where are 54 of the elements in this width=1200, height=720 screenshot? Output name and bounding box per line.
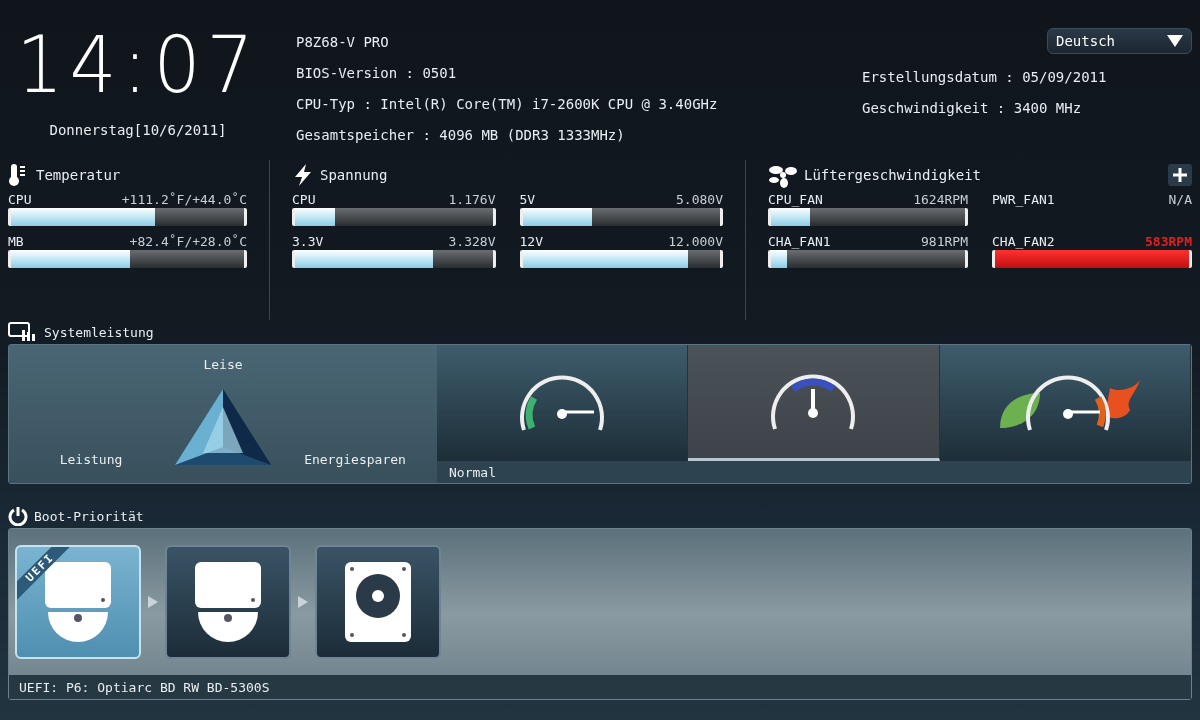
sensor-label: CHA_FAN2 — [992, 233, 1055, 249]
sensor-label: CPU — [8, 191, 32, 207]
performance-mode-tile[interactable] — [688, 345, 940, 461]
sensor-label: 3.3V — [292, 233, 324, 249]
sensor-reading: 5.080V — [676, 191, 723, 207]
system-info-line: BIOS-Version : 0501 — [296, 65, 458, 81]
triangle-icon[interactable] — [173, 387, 273, 467]
performance-mode-tile[interactable] — [437, 345, 689, 461]
sensor-reading: 583RPM — [1145, 233, 1192, 249]
sensor-label: MB — [8, 233, 24, 249]
system-info-line: CPU-Typ : Intel(R) Core(TM) i7-2600K CPU @ 3.40GHz — [296, 96, 719, 112]
language-dropdown[interactable]: Deutsch — [1047, 28, 1192, 54]
sensor-reading: +111.2˚F/+44.0˚C — [121, 191, 247, 207]
caret-icon — [1167, 35, 1183, 47]
system-info-line: Erstellungsdatum : 05/09/2011 — [862, 69, 1107, 85]
system-info-line: P8Z68-V PRO — [296, 34, 390, 50]
date-label: Donnerstag[10/6/2011] — [49, 122, 227, 138]
sensor-reading: 12.000V — [668, 233, 723, 249]
add-icon[interactable] — [1168, 164, 1192, 186]
triangle-label: Energiesparen — [304, 452, 406, 467]
sensor-label: CPU — [292, 191, 316, 207]
performance-mode-tile[interactable] — [939, 345, 1191, 461]
sensor-reading: +82.4˚F/+28.0˚C — [129, 233, 247, 249]
boot-device-caption: UEFI: P6: Optiarc BD RW BD-5300S — [19, 679, 270, 695]
boot-device-tile[interactable] — [165, 545, 291, 659]
boot-device-tile[interactable] — [315, 545, 441, 659]
arrow-icon — [147, 595, 159, 609]
clock-time: 14:07 — [16, 26, 260, 104]
performance-icon — [8, 322, 38, 342]
system-info-line: Gesamtspeicher : 4096 MB (DDR3 1333MHz) — [296, 127, 626, 143]
system-info-line: Geschwindigkeit : 3400 MHz — [862, 100, 1082, 116]
sensor-label: PWR_FAN1 — [992, 191, 1055, 207]
section-title: Temperatur — [36, 167, 121, 183]
sensor-label: 12V — [519, 233, 543, 249]
optical-drive-icon — [193, 560, 263, 644]
section-title: Lüftergeschwindigkeit — [804, 167, 981, 183]
sensor-reading: 1.176V — [448, 191, 496, 207]
sensor-reading: N/A — [1168, 191, 1192, 207]
hard-drive-icon — [343, 560, 413, 644]
section-title: Boot-Priorität — [34, 508, 144, 524]
sensor-reading: 3.328V — [448, 233, 496, 249]
arrow-icon — [297, 595, 309, 609]
sensor-reading: 981RPM — [921, 233, 968, 249]
section-title: Spannung — [320, 167, 388, 183]
triangle-label: Leistung — [59, 452, 123, 467]
sensor-label: CPU_FAN — [768, 191, 823, 207]
power-icon — [8, 506, 28, 526]
sensor-label: CHA_FAN1 — [768, 233, 831, 249]
triangle-label: Leise — [203, 357, 243, 372]
section-title: Systemleistung — [44, 324, 154, 340]
lightning-icon — [292, 163, 314, 187]
mode-caption: Normal — [449, 464, 496, 480]
sensor-label: 5V — [519, 191, 536, 207]
sensor-reading: 1624RPM — [913, 191, 968, 207]
